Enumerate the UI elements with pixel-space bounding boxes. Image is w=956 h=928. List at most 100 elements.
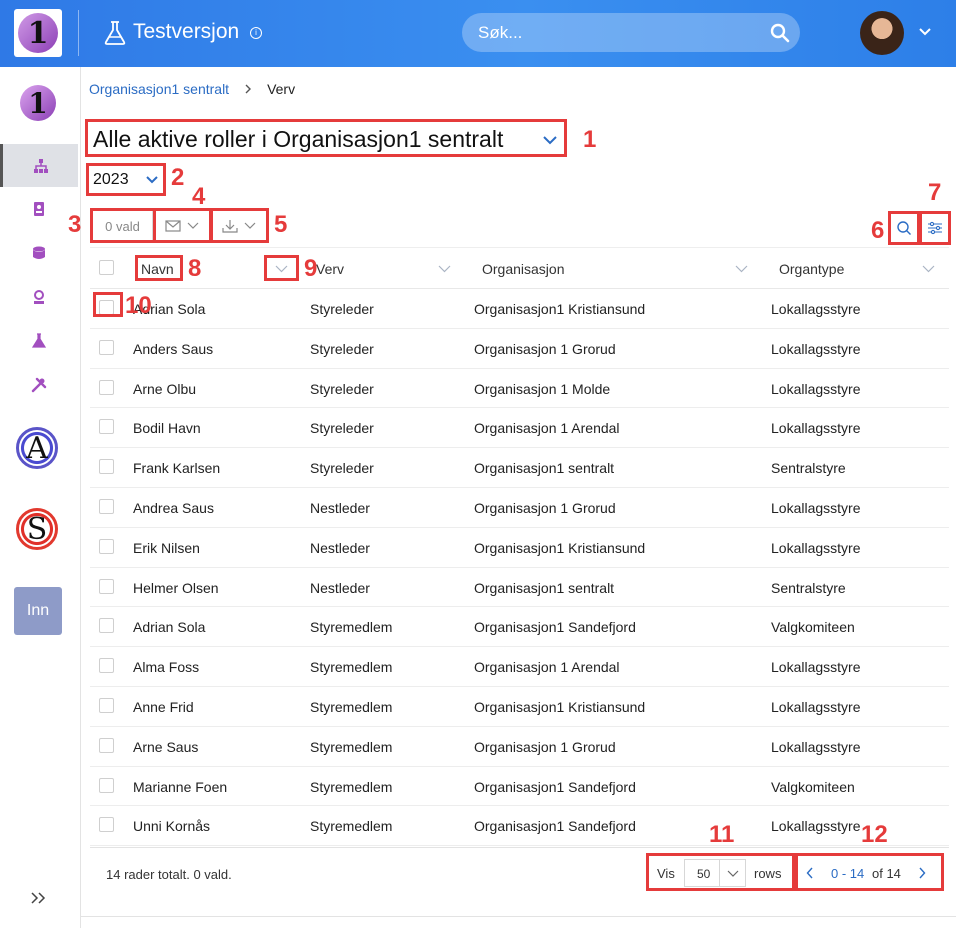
database-icon bbox=[33, 246, 45, 259]
cell-navn: Helmer Olsen bbox=[133, 579, 219, 596]
table-row[interactable]: Helmer Olsen Nestleder Organisasjon1 sentr… bbox=[90, 568, 949, 608]
search-icon[interactable] bbox=[770, 23, 790, 43]
breadcrumb-current: Verv bbox=[267, 81, 296, 97]
badge-icon bbox=[34, 289, 44, 304]
annotation-label-6: 6 bbox=[871, 217, 885, 244]
cell-organtype: Valgkomiteen bbox=[771, 619, 855, 636]
row-checkbox[interactable] bbox=[99, 419, 114, 435]
tools-icon bbox=[31, 377, 47, 392]
cell-verv: Nestleder bbox=[310, 579, 370, 596]
cell-verv: Styremedlem bbox=[310, 659, 393, 676]
annotation-box-10 bbox=[93, 292, 123, 317]
chevron-down-icon[interactable] bbox=[918, 27, 932, 37]
select-all-checkbox[interactable] bbox=[99, 260, 114, 275]
row-checkbox[interactable] bbox=[99, 777, 114, 793]
sidebar-item-organisation[interactable] bbox=[0, 144, 78, 187]
cell-organtype: Lokallagsstyre bbox=[771, 539, 861, 556]
table-row[interactable]: Marianne Foen Styremedlem Organisasjon1 Sa… bbox=[90, 767, 949, 807]
annotation-label-11: 11 bbox=[709, 821, 735, 848]
cell-organtype: Sentralstyre bbox=[771, 460, 846, 477]
table-row[interactable]: Andrea Saus Nestleder Organisasjon 1 Groru… bbox=[90, 488, 949, 528]
cell-organtype: Sentralstyre bbox=[771, 579, 846, 596]
top-bar: 1 Testversjon i Søk... bbox=[0, 0, 956, 67]
cell-verv: Nestleder bbox=[310, 539, 370, 556]
flask-icon bbox=[104, 21, 126, 45]
cell-organisasjon: Organisasjon 1 Grorud bbox=[474, 340, 616, 357]
inn-button[interactable]: Inn bbox=[14, 587, 62, 635]
cell-organtype: Valgkomiteen bbox=[771, 778, 855, 795]
table-row[interactable]: Frank Karlsen Styreleder Organisasjon1 sen… bbox=[90, 448, 949, 488]
table-row[interactable]: Erik Nilsen Nestleder Organisasjon1 Kristi… bbox=[90, 528, 949, 568]
cell-navn: Frank Karlsen bbox=[133, 460, 221, 477]
table-row[interactable]: Adrian Sola Styreleder Organisasjon1 Krist… bbox=[90, 289, 949, 329]
sidebar-item-contacts[interactable] bbox=[0, 187, 78, 230]
cell-organtype: Lokallagsstyre bbox=[771, 698, 861, 715]
chevron-down-icon[interactable] bbox=[922, 265, 935, 273]
annotation-label-10: 10 bbox=[125, 292, 152, 319]
row-checkbox[interactable] bbox=[99, 379, 114, 395]
cell-organtype: Lokallagsstyre bbox=[771, 659, 861, 676]
sidebar-item-roles[interactable] bbox=[0, 275, 78, 318]
table-row[interactable]: Alma Foss Styremedlem Organisasjon 1 Arend… bbox=[90, 647, 949, 687]
row-checkbox[interactable] bbox=[99, 538, 114, 554]
app-logo[interactable]: 1 bbox=[14, 9, 62, 57]
cell-organisasjon: Organisasjon 1 Grorud bbox=[474, 499, 616, 516]
user-avatar[interactable] bbox=[860, 11, 904, 55]
table-row[interactable]: Anne Frid Styremedlem Organisasjon1 Kristi… bbox=[90, 687, 949, 727]
table-row[interactable]: Bodil Havn Styreleder Organisasjon 1 Arend… bbox=[90, 408, 949, 449]
sidebar-item-test[interactable] bbox=[0, 319, 78, 362]
annotation-label-9: 9 bbox=[304, 255, 318, 282]
cell-organtype: Lokallagsstyre bbox=[771, 499, 861, 516]
environment-title: Testversjon bbox=[133, 20, 240, 43]
cell-verv: Styreleder bbox=[310, 301, 374, 317]
search-input[interactable]: Søk... bbox=[478, 23, 522, 43]
cell-organtype: Lokallagsstyre bbox=[771, 301, 861, 317]
table-body: Adrian Sola Styreleder Organisasjon1 Krist… bbox=[90, 289, 949, 847]
cell-verv: Styremedlem bbox=[310, 619, 393, 636]
app-a-logo[interactable]: A bbox=[16, 427, 58, 469]
row-checkbox[interactable] bbox=[99, 618, 114, 634]
chevron-down-icon[interactable] bbox=[735, 265, 748, 273]
breadcrumb: Organisasjon1 sentralt Verv bbox=[89, 81, 295, 97]
sidebar: 1 A S Inn bbox=[0, 67, 81, 928]
table-row[interactable]: Arne Saus Styremedlem Organisasjon 1 Groru… bbox=[90, 727, 949, 767]
total-rows-text: 14 rader totalt. 0 vald. bbox=[106, 867, 232, 882]
row-checkbox[interactable] bbox=[99, 658, 114, 674]
row-checkbox[interactable] bbox=[99, 697, 114, 713]
sidebar-item-tools[interactable] bbox=[0, 363, 78, 406]
expand-sidebar-icon[interactable] bbox=[30, 891, 48, 905]
row-checkbox[interactable] bbox=[99, 737, 114, 753]
column-header-organisasjon[interactable]: Organisasjon bbox=[482, 261, 565, 277]
breadcrumb-parent-link[interactable]: Organisasjon1 sentralt bbox=[89, 81, 229, 97]
table-row[interactable]: Arne Olbu Styreleder Organisasjon 1 Molde L… bbox=[90, 369, 949, 409]
annotation-box-3 bbox=[90, 208, 156, 243]
contact-card-icon bbox=[34, 201, 44, 216]
sidebar-item-database[interactable] bbox=[0, 231, 78, 274]
row-checkbox[interactable] bbox=[99, 578, 114, 594]
column-header-verv[interactable]: Verv bbox=[316, 261, 344, 277]
cell-navn: Adrian Sola bbox=[133, 619, 206, 636]
annotation-box-1 bbox=[85, 119, 567, 157]
annotation-label-3: 3 bbox=[68, 211, 82, 238]
annotation-box-2 bbox=[86, 163, 166, 196]
row-checkbox[interactable] bbox=[99, 339, 114, 355]
global-search[interactable]: Søk... bbox=[462, 13, 800, 52]
row-checkbox[interactable] bbox=[99, 459, 114, 475]
row-checkbox[interactable] bbox=[99, 498, 114, 514]
cell-verv: Styreleder bbox=[310, 460, 374, 477]
info-icon[interactable]: i bbox=[250, 27, 262, 39]
annotation-label-5: 5 bbox=[274, 211, 288, 238]
chevron-down-icon[interactable] bbox=[438, 265, 451, 273]
annotation-box-5 bbox=[210, 208, 269, 243]
column-header-organtype[interactable]: Organtype bbox=[779, 261, 844, 277]
annotation-box-9 bbox=[264, 255, 299, 281]
table-row[interactable]: Anders Saus Styreleder Organisasjon 1 Gror… bbox=[90, 329, 949, 369]
row-checkbox[interactable] bbox=[99, 817, 114, 833]
table-header: Navn Verv Organisasjon Organtype bbox=[90, 248, 949, 289]
table-row[interactable]: Adrian Sola Styremedlem Organisasjon1 Sand… bbox=[90, 607, 949, 648]
app-s-logo[interactable]: S bbox=[16, 508, 58, 550]
annotation-box-7 bbox=[919, 211, 951, 245]
table-row[interactable]: Unni Kornås Styremedlem Organisasjon1 Sand… bbox=[90, 806, 949, 847]
cell-navn: Erik Nilsen bbox=[133, 539, 200, 556]
sidebar-logo[interactable]: 1 bbox=[20, 85, 56, 121]
